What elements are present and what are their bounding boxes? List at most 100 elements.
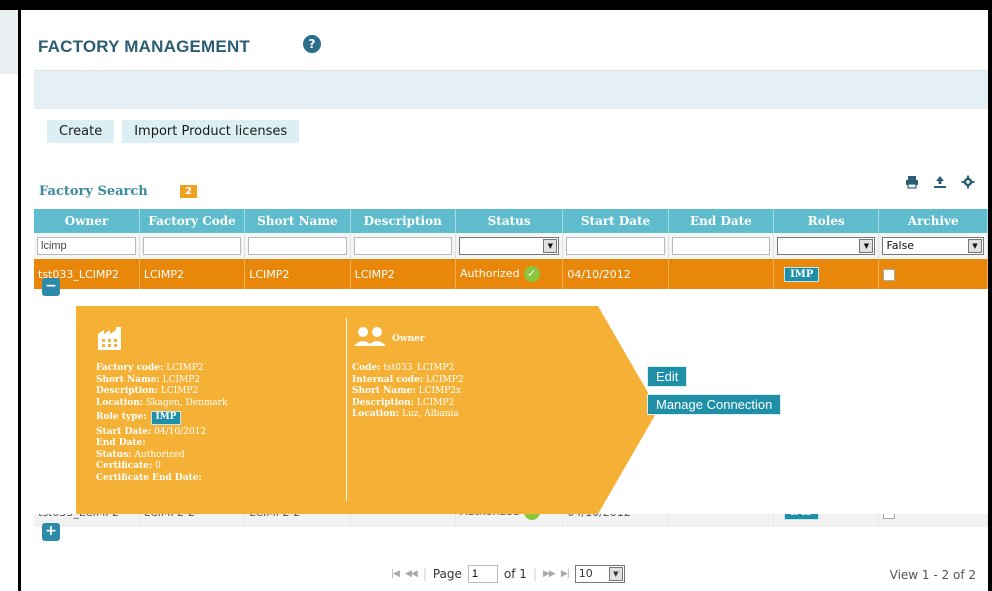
certificate-value: 0 (155, 461, 161, 471)
factory-management-app: FACTORY MANAGEMENT ? Create Import Produ… (21, 10, 988, 591)
factory-icon (98, 327, 121, 350)
column-header-description[interactable]: Description (350, 209, 456, 233)
roles-cell: IMP (773, 259, 880, 289)
description-value: LCIMP2 (160, 386, 199, 396)
archive-cell (878, 259, 988, 289)
role-type-label: Role type: (96, 412, 147, 422)
rows-per-page-select[interactable]: 10 ▼ (574, 565, 625, 583)
start-date-label: Start Date: (96, 426, 152, 437)
chevron-down-icon: ▼ (968, 239, 982, 253)
archive-checkbox[interactable] (883, 268, 896, 281)
status-filter-select[interactable]: ▼ (458, 237, 560, 255)
page-of-label: of 1 (503, 567, 527, 581)
short-name-value: LCIMP2 (162, 374, 201, 385)
edit-button[interactable]: Edit (647, 366, 688, 387)
status-cell: Authorized✓ (455, 259, 564, 289)
export-icon[interactable] (933, 175, 947, 193)
column-header-owner[interactable]: Owner (34, 209, 140, 233)
print-icon[interactable] (905, 175, 919, 193)
owner-location-label: Location: (352, 409, 400, 419)
short-name-cell: LCIMP2 (244, 259, 351, 289)
result-count-badge: 2 (180, 185, 197, 198)
start-date-cell: 04/10/2012 (562, 259, 669, 289)
column-header-short-name[interactable]: Short Name (244, 209, 351, 233)
archive-filter-select[interactable]: False ▼ (882, 237, 984, 255)
manage-connection-button[interactable]: Manage Connection (647, 394, 782, 415)
factory-search-title: Factory Search (39, 184, 148, 199)
import-product-licenses-button[interactable]: Import Product licenses (122, 120, 300, 143)
page-label: Page (432, 567, 462, 581)
status-label: Status: (96, 449, 132, 460)
grid-tools (905, 175, 975, 193)
owner-short-name-label: Short Name: (352, 386, 416, 396)
factory-code-value: LCIMP2 (166, 363, 204, 373)
column-header-end-date[interactable]: End Date (668, 209, 775, 233)
first-page-icon[interactable]: |◀ (391, 569, 400, 579)
owner-location-value: Luz, Albania (401, 409, 459, 419)
owner-info: Code: tst033_LCIMP2 Internal code: LCIMP… (352, 363, 463, 421)
status-text: Authorized (459, 267, 520, 280)
owner-description-label: Description: (352, 397, 414, 408)
view-info: View 1 - 2 of 2 (889, 568, 976, 582)
owner-code-label: Code: (352, 363, 381, 373)
toolbar: Create Import Product licenses (47, 120, 300, 143)
next-page-icon[interactable]: ▶▶ (543, 569, 556, 579)
create-button[interactable]: Create (47, 120, 115, 143)
short-name-filter-input[interactable] (248, 237, 347, 255)
certificate-end-date-label: Certificate End Date: (96, 472, 202, 483)
detail-divider (346, 318, 347, 501)
owner-filter-input[interactable] (37, 237, 136, 255)
collapse-row-button[interactable]: − (42, 278, 60, 296)
row-detail-panel: Factory code: LCIMP2 Short Name: LCIMP2 … (34, 306, 988, 514)
description-filter-input[interactable] (353, 237, 452, 255)
end-date-filter-input[interactable] (671, 237, 771, 255)
page-number-input[interactable] (467, 565, 498, 583)
users-icon (354, 327, 386, 346)
certificate-label: Certificate: (96, 461, 153, 471)
owner-description-value: LCIMP2 (416, 397, 455, 408)
check-circle-icon: ✓ (523, 266, 540, 282)
question-mark-icon[interactable]: ? (303, 35, 321, 53)
column-header-start-date[interactable]: Start Date (562, 209, 669, 233)
table-row[interactable]: tst033_LCIMP2 LCIMP2 LCIMP2 LCIMP2 Autho… (34, 259, 988, 289)
page-title: FACTORY MANAGEMENT (38, 37, 251, 56)
expand-row-button[interactable]: + (42, 523, 60, 541)
short-name-label: Short Name: (96, 374, 160, 385)
column-header-roles[interactable]: Roles (773, 209, 880, 233)
chevron-down-icon: ▼ (859, 239, 874, 253)
factory-info: Factory code: LCIMP2 Short Name: LCIMP2 … (96, 363, 228, 484)
factory-code-filter-input[interactable] (142, 237, 242, 255)
factory-code-label: Factory code: (96, 363, 164, 373)
chevron-down-icon: ▼ (608, 567, 623, 581)
description-label: Description: (96, 386, 158, 396)
owner-heading: Owner (392, 334, 425, 344)
owner-code-value: tst033_LCIMP2 (383, 363, 455, 373)
internal-code-value: LCIMP2 (426, 374, 464, 385)
role-badge: IMP (150, 411, 182, 425)
factory-code-cell: LCIMP2 (139, 259, 246, 289)
column-header-archive[interactable]: Archive (878, 209, 988, 233)
gear-icon[interactable] (961, 175, 975, 193)
end-date-cell (668, 259, 775, 289)
column-header-factory-code[interactable]: Factory Code (139, 209, 246, 233)
column-header-status[interactable]: Status (455, 209, 564, 233)
description-cell: LCIMP2 (350, 259, 456, 289)
banner (34, 71, 988, 109)
end-date-label: End Date: (96, 438, 146, 448)
rows-per-page-value: 10 (578, 567, 593, 580)
chevron-down-icon: ▼ (543, 239, 558, 253)
start-date-value: 04/10/2012 (154, 426, 207, 437)
prev-page-icon[interactable]: ◀◀ (405, 569, 418, 579)
detail-arrow-panel: Factory code: LCIMP2 Short Name: LCIMP2 … (76, 306, 658, 514)
start-date-filter-input[interactable] (566, 237, 665, 255)
location-label: Location: (96, 397, 144, 408)
role-badge: IMP (784, 266, 820, 282)
internal-code-label: Internal code: (352, 374, 424, 385)
location-value: Skagen, Denmark (145, 397, 228, 408)
roles-filter-select[interactable]: ▼ (777, 237, 876, 255)
archive-filter-value: False (886, 239, 915, 252)
owner-short-name-value: LCIMP2x (418, 386, 462, 396)
pager: |◀ ◀◀ | Page of 1 | ▶▶ ▶| 10▼ (391, 565, 625, 583)
status-value: Authorized (134, 449, 185, 460)
last-page-icon[interactable]: ▶| (561, 569, 570, 579)
